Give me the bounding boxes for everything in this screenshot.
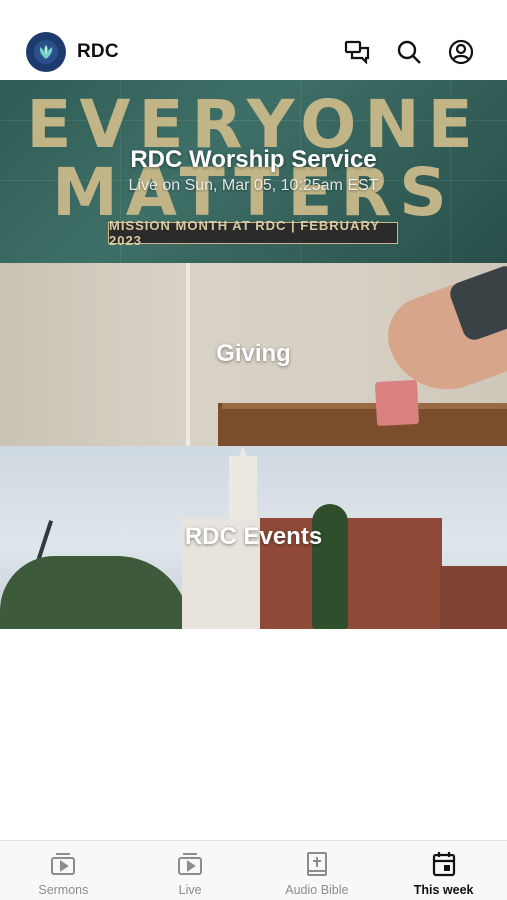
chat-icon[interactable] xyxy=(343,38,371,66)
app-name: RDC xyxy=(77,41,119,62)
tab-label: This week xyxy=(413,883,474,897)
events-card[interactable]: RDC Events xyxy=(0,446,507,629)
bible-icon xyxy=(303,851,331,877)
bottom-tab-bar: Sermons Live Audio Bible This week xyxy=(0,840,507,900)
app-header: RDC xyxy=(0,0,507,80)
card-title: Giving xyxy=(216,340,291,367)
tab-sermons[interactable]: Sermons xyxy=(0,841,127,900)
worship-service-card[interactable]: EVERYONE MATTERS MISSION MONTH AT RDC | … xyxy=(0,80,507,263)
card-title: RDC Events xyxy=(184,523,323,550)
brand[interactable]: RDC xyxy=(26,32,119,72)
search-icon[interactable] xyxy=(395,38,423,66)
video-library-icon xyxy=(176,851,204,877)
banner-mission-text: MISSION MONTH AT RDC | FEBRUARY 2023 xyxy=(108,218,398,248)
tab-label: Audio Bible xyxy=(285,883,349,897)
church-logo-icon xyxy=(26,32,66,72)
account-icon[interactable] xyxy=(447,38,475,66)
calendar-icon xyxy=(430,851,458,877)
video-library-icon xyxy=(49,851,77,877)
tab-audio-bible[interactable]: Audio Bible xyxy=(254,841,381,900)
tab-this-week[interactable]: This week xyxy=(380,841,507,900)
tab-label: Sermons xyxy=(38,883,89,897)
card-title: RDC Worship Service xyxy=(130,146,377,173)
tab-label: Live xyxy=(178,883,202,897)
tab-live[interactable]: Live xyxy=(127,841,254,900)
giving-card[interactable]: Giving xyxy=(0,263,507,446)
card-subtitle: Live on Sun, Mar 05, 10:25am EST xyxy=(128,177,379,194)
